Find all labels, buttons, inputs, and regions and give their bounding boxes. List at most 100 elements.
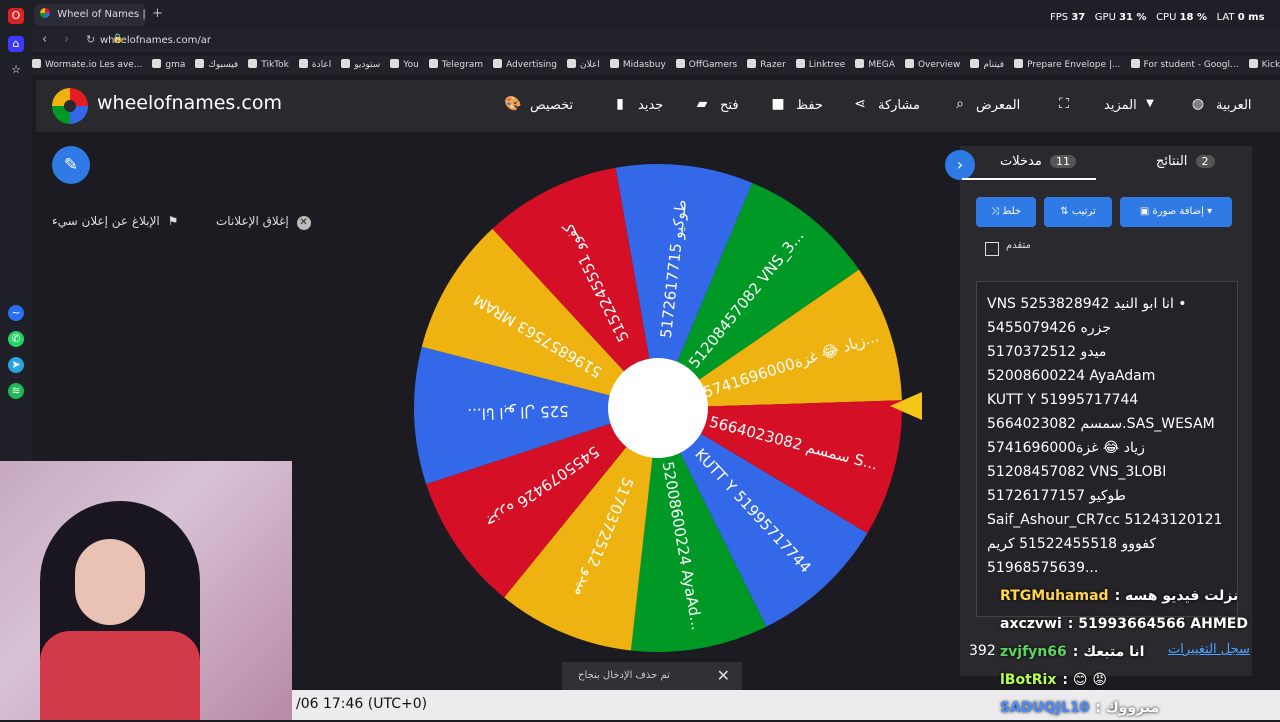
name-wheel[interactable]: 5172617715 طوكيو51208457082 VNS_3...5741… [412, 162, 904, 654]
logo-icon[interactable] [52, 88, 88, 124]
forward-icon[interactable]: › [64, 32, 69, 47]
globe-icon: ◍ [1191, 96, 1205, 112]
browser-tab[interactable]: Wheel of Names | عجلة [34, 4, 146, 42]
lat-label: LAT [1216, 12, 1235, 23]
reload-icon[interactable]: ↻ [86, 33, 95, 46]
bookmark-item[interactable]: Linktree [795, 56, 845, 74]
bookmark-icon [195, 59, 205, 68]
bookmark-item[interactable]: TikTok [248, 56, 289, 74]
bookmark-item[interactable]: Telegram [428, 56, 483, 74]
site-name[interactable]: wheelofnames.com [97, 92, 282, 114]
nav-save[interactable]: حفظ [796, 96, 823, 116]
bookmark-label: For student - Googl... [1143, 60, 1239, 70]
bookmark-item[interactable]: اعادة [298, 56, 332, 74]
bookmark-icon [248, 59, 258, 68]
bookmark-item[interactable]: Advertising [493, 56, 557, 74]
spotify-icon[interactable]: ≋ [8, 383, 24, 399]
bookmark-item[interactable]: gma [152, 56, 185, 74]
messenger-icon[interactable]: ~ [8, 305, 24, 321]
entry-line[interactable]: Saif_Ashour_CR7cc 51243120121 [977, 508, 1237, 532]
bookmark-item[interactable]: OffGamers [675, 56, 737, 74]
chat-text: : 😊 😡 [1062, 672, 1107, 688]
entry-line[interactable]: كفووو 51522455518 كريم [977, 532, 1237, 556]
report-ad-label: الإبلاغ عن إعلان سيء [52, 214, 160, 228]
add-image-label: إضافة صورة [1152, 206, 1204, 217]
shuffle-label: خلط [1002, 206, 1022, 217]
bookmark-item[interactable]: Midasbuy [609, 56, 666, 74]
nav-new[interactable]: جديد [638, 96, 663, 116]
bookmark-item[interactable]: MEGA [855, 56, 895, 74]
performance-hud: FPS 37 GPU 31 % CPU 18 % LAT 0 ms [1050, 12, 1265, 23]
chat-text: : 51993664566 AHMED [1067, 616, 1248, 632]
sort-button[interactable]: ⇅ ترتيب [1044, 197, 1112, 227]
new-tab-icon[interactable]: + [152, 6, 163, 21]
bookmark-item[interactable]: اعلان [566, 56, 600, 74]
bookmark-label: Advertising [506, 60, 557, 70]
favicon-icon [40, 8, 50, 18]
nav-open[interactable]: فتح [720, 96, 739, 116]
whatsapp-icon[interactable]: ✆ [8, 331, 24, 347]
nav-share[interactable]: مشاركة [878, 96, 920, 116]
wheel-center[interactable] [608, 358, 708, 458]
toast-close-icon[interactable]: ✕ [717, 662, 730, 690]
bookmark-label: Overview [917, 60, 961, 70]
edit-pencil-button[interactable]: ✎ [52, 146, 90, 184]
toast-notification: تم حذف الإدخال بنجاح ✕ [562, 662, 742, 690]
entry-line[interactable]: 5741696000زياد 😂 غزة [977, 436, 1237, 460]
bookmark-label: فيتنام [983, 60, 1005, 70]
bookmark-item[interactable]: ستوديو [341, 56, 380, 74]
tab-entries[interactable]: مدخلات 11 [1000, 154, 1080, 169]
bookmark-item[interactable]: Prepare Envelope |... [1014, 56, 1121, 74]
bookmark-item[interactable]: فيتنام [970, 56, 1004, 74]
back-icon[interactable]: ‹ [42, 32, 47, 47]
bookmark-item[interactable]: You [390, 56, 419, 74]
star-icon[interactable]: ☆ [8, 62, 24, 78]
nav-gallery[interactable]: المعرض [976, 96, 1020, 116]
add-image-button[interactable]: ▣ إضافة صورة ▾ [1120, 197, 1232, 227]
tab-results[interactable]: النتائج 2 [1156, 154, 1219, 169]
bookmark-item[interactable]: Overview [904, 56, 961, 74]
fullscreen-icon[interactable]: ⛶ [1056, 96, 1072, 112]
cpu-value: 18 % [1179, 12, 1208, 23]
webcam-overlay [0, 461, 292, 720]
entries-textarea[interactable]: VNS انا ابو النيد 5253828942 • جزره 54550… [976, 281, 1238, 617]
shuffle-icon: ⤨ [990, 206, 999, 217]
shuffle-button[interactable]: ⤨ خلط [976, 197, 1036, 227]
bookmark-label: اعادة [311, 60, 332, 70]
entry-line[interactable]: 51208457082 VNS_3LOBI [977, 460, 1237, 484]
tab-entries-count: 11 [1049, 155, 1076, 168]
bookmark-item[interactable]: Razer [747, 56, 786, 74]
chat-username: SADUQJL10 [1000, 700, 1090, 716]
bookmark-item[interactable]: Wormate.io Les ave... [32, 56, 142, 74]
bookmark-item[interactable]: Kick Dashboard [1248, 56, 1280, 74]
collapse-panel-button[interactable]: › [945, 150, 975, 180]
advanced-label: متقدم [1006, 240, 1031, 251]
nav-more[interactable]: المزيد [1104, 96, 1137, 116]
report-ad-link[interactable]: الإبلاغ عن إعلان سيء ⚑ [52, 214, 178, 228]
entry-line[interactable]: VNS انا ابو النيد 5253828942 • [977, 292, 1237, 316]
home-icon[interactable]: ⌂ [8, 36, 24, 52]
close-ads-link[interactable]: إغلاق الإعلانات ✕ [216, 214, 311, 230]
toast-message: تم حذف الإدخال بنجاح [578, 670, 670, 681]
bookmark-icon [1248, 59, 1258, 68]
bookmark-item[interactable]: For student - Googl... [1130, 56, 1239, 74]
nav-language[interactable]: العربية [1216, 96, 1252, 116]
entries-count: 392 [969, 643, 996, 659]
wheel-pointer-icon [890, 392, 922, 420]
entry-line[interactable]: جزره 5455079426 [977, 316, 1237, 340]
pencil-icon: ✎ [63, 155, 79, 175]
entry-line[interactable]: 51968575639... [977, 556, 1237, 580]
advanced-checkbox[interactable] [985, 242, 999, 256]
chat-message: zvjfyn66: انا متبعك [1000, 638, 1280, 666]
entry-line[interactable]: 51726177157 طوكيو [977, 484, 1237, 508]
url-field[interactable]: wheelofnames.com/ar [100, 32, 1280, 50]
nav-customize[interactable]: تخصيص [530, 96, 573, 116]
entry-line[interactable]: ميدو 5170372512 [977, 340, 1237, 364]
entry-line[interactable]: 5664023082 سمسم.SAS_WESAM [977, 412, 1237, 436]
bookmark-icon [390, 59, 400, 68]
bookmark-item[interactable]: فيسبوك [195, 56, 238, 74]
entry-line[interactable]: KUTT Y 51995717744 [977, 388, 1237, 412]
telegram-icon[interactable]: ➤ [8, 357, 24, 373]
entry-line[interactable]: 52008600224 AyaAdam [977, 364, 1237, 388]
opera-icon[interactable]: O [8, 8, 24, 24]
